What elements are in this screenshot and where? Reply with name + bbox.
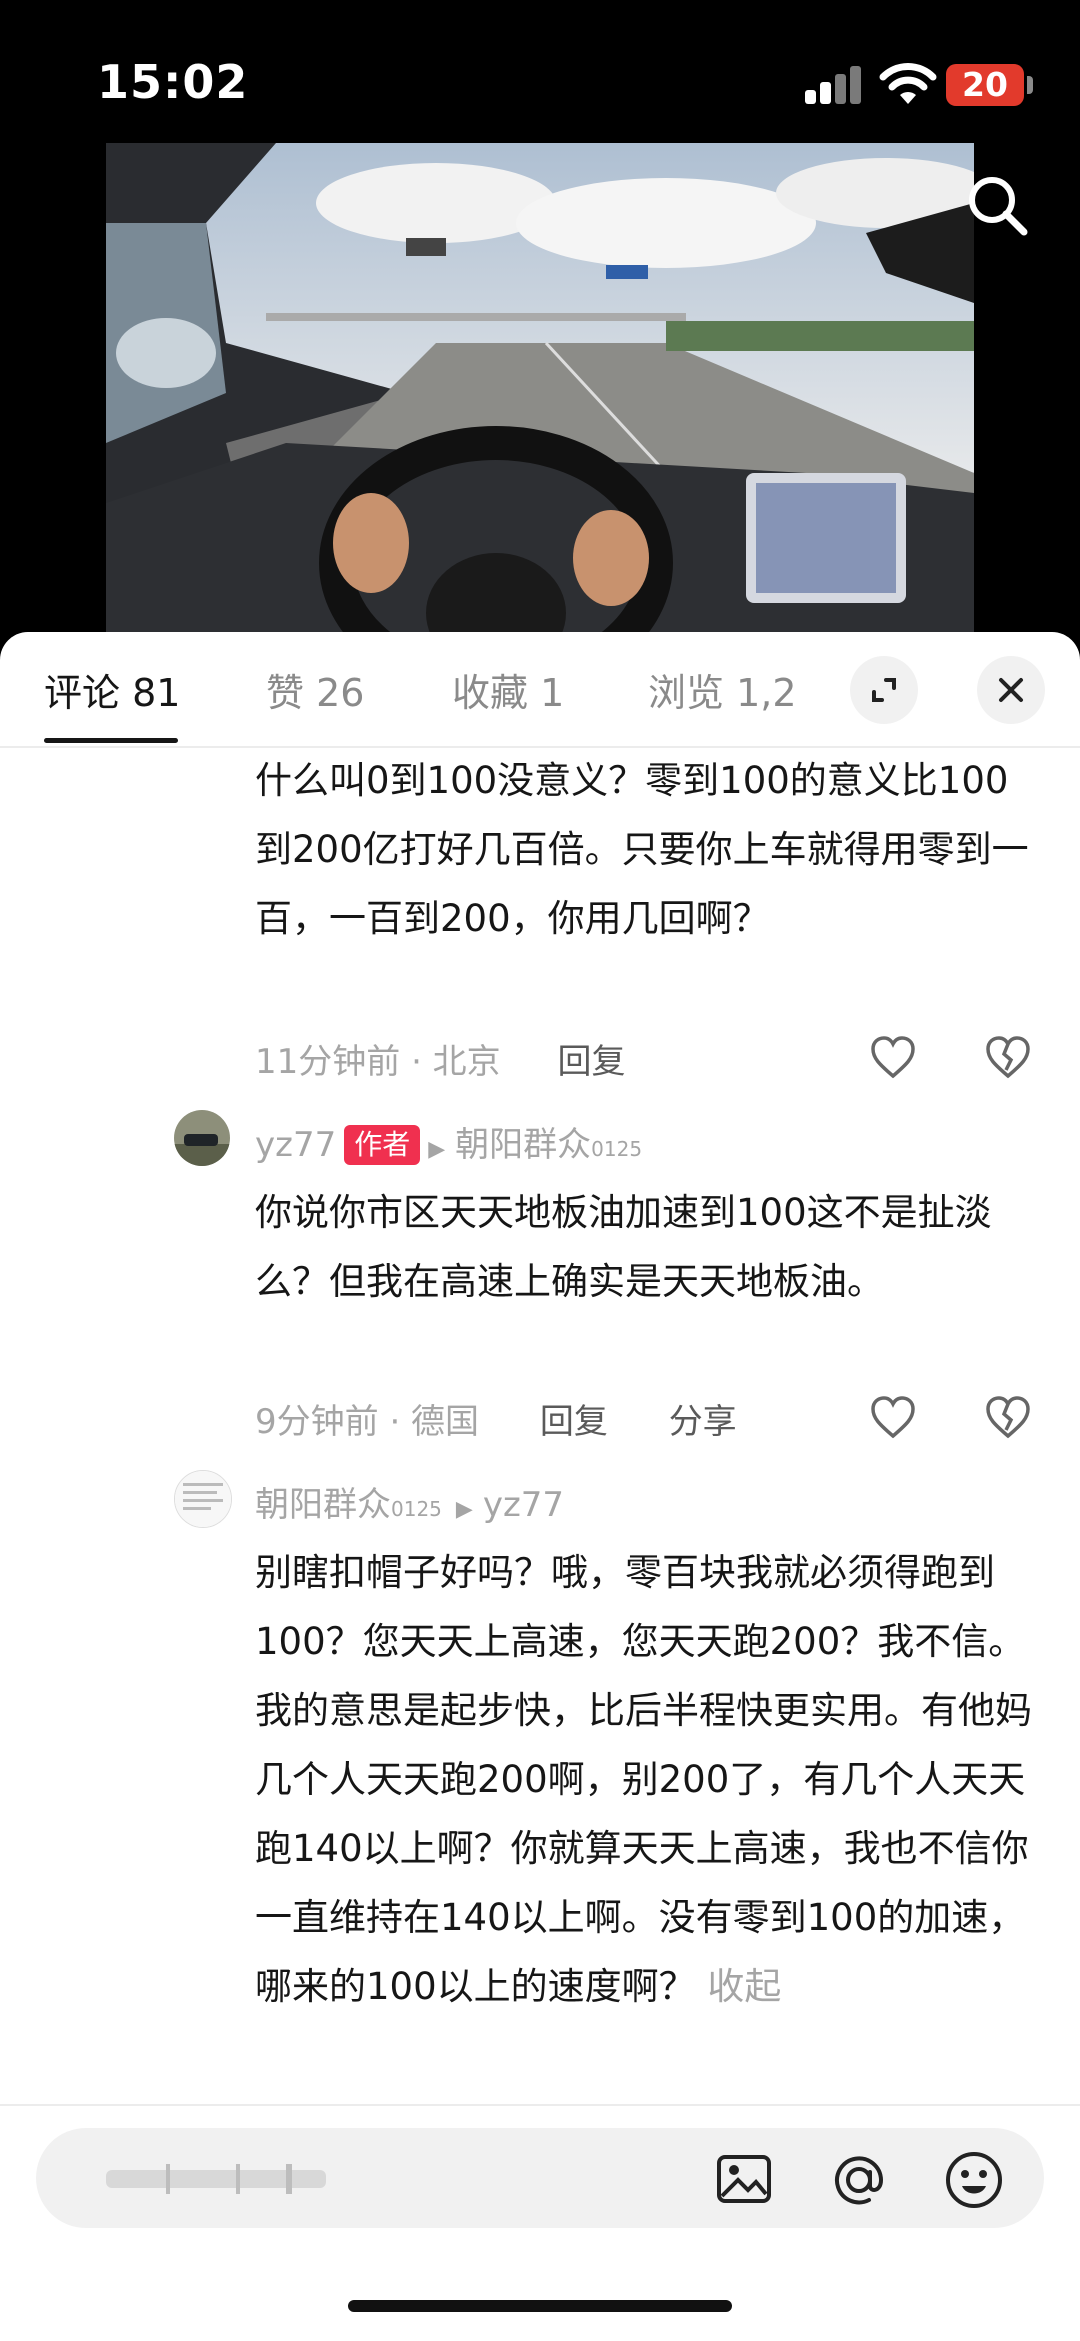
avatar[interactable] bbox=[174, 1470, 232, 1528]
cellular-signal-icon bbox=[805, 64, 861, 104]
close-icon bbox=[999, 678, 1023, 702]
tab-likes[interactable]: 赞 26 bbox=[266, 662, 364, 717]
active-tab-indicator bbox=[44, 738, 178, 743]
home-indicator[interactable] bbox=[348, 2300, 732, 2312]
status-time: 15:02 bbox=[97, 55, 249, 109]
tab-bar: 评论 81 赞 26 收藏 1 浏览 1,2 bbox=[0, 632, 1080, 746]
broken-heart-icon[interactable] bbox=[984, 1394, 1032, 1440]
video-frame bbox=[106, 143, 974, 653]
reply-button[interactable]: 回复 bbox=[558, 1042, 626, 1082]
comment-text: 什么叫0到100没意义？零到100的意义比100到200亿打好几百倍。只要你上车… bbox=[255, 759, 1029, 940]
comment-input[interactable] bbox=[36, 2128, 1044, 2228]
comment-sheet: 评论 81 赞 26 收藏 1 浏览 1,2 什么叫0到100没意义？零到100… bbox=[0, 632, 1080, 2339]
username[interactable]: yz77 bbox=[255, 1125, 336, 1165]
author-badge: 作者 bbox=[344, 1125, 421, 1165]
comment-time-location: 9分钟前 · 德国 bbox=[255, 1402, 480, 1442]
comment-text: 别瞎扣帽子好吗？哦，零百块我就必须得跑到100？您天天上高速，您天天跑200？我… bbox=[255, 1538, 1035, 2021]
status-bar: 15:02 20 bbox=[0, 0, 1080, 140]
expand-icon bbox=[872, 678, 896, 702]
reply-arrow-icon: ▶ bbox=[455, 1497, 473, 1522]
reply-to-username[interactable]: 朝阳群众 bbox=[455, 1125, 591, 1165]
heart-icon[interactable] bbox=[869, 1394, 917, 1440]
share-button[interactable]: 分享 bbox=[669, 1402, 737, 1442]
comment-meta: 11分钟前 · 北京 回复 bbox=[255, 1034, 626, 1083]
reply-button[interactable]: 回复 bbox=[540, 1402, 608, 1442]
emoji-icon[interactable] bbox=[944, 2150, 1004, 2210]
reply-to-username[interactable]: yz77 bbox=[483, 1485, 564, 1525]
tab-comments[interactable]: 评论 81 bbox=[44, 662, 180, 717]
image-icon[interactable] bbox=[716, 2154, 772, 2204]
tab-views[interactable]: 浏览 1,2 bbox=[648, 662, 797, 717]
broken-heart-icon[interactable] bbox=[984, 1034, 1032, 1080]
tab-favorites[interactable]: 收藏 1 bbox=[452, 662, 564, 717]
comment-author-line: 朝阳群众0125 ▶ yz77 bbox=[255, 1477, 564, 1526]
username-suffix: 0125 bbox=[391, 1497, 442, 1521]
avatar-image bbox=[174, 1110, 230, 1166]
close-button[interactable] bbox=[977, 656, 1045, 724]
video-player[interactable] bbox=[106, 143, 974, 653]
search-icon[interactable] bbox=[962, 170, 1032, 240]
comment-body: 别瞎扣帽子好吗？哦，零百块我就必须得跑到100？您天天上高速，您天天跑200？我… bbox=[255, 1551, 1032, 2008]
avatar-image bbox=[175, 1471, 231, 1527]
comment-author-line: yz77 作者 ▶ 朝阳群众0125 bbox=[255, 1117, 642, 1166]
wifi-icon bbox=[879, 63, 937, 104]
heart-icon[interactable] bbox=[869, 1034, 917, 1080]
comment-text: 你说你市区天天地板油加速到100这不是扯淡么？但我在高速上确实是天天地板油。 bbox=[255, 1191, 992, 1303]
battery-indicator: 20 bbox=[946, 64, 1024, 106]
avatar[interactable] bbox=[174, 1110, 230, 1166]
expand-button[interactable] bbox=[850, 656, 918, 724]
battery-nub bbox=[1027, 76, 1033, 94]
collapse-button[interactable]: 收起 bbox=[707, 1965, 781, 2008]
comment-time-location: 11分钟前 · 北京 bbox=[255, 1042, 501, 1082]
username[interactable]: 朝阳群众 bbox=[255, 1485, 391, 1525]
reply-to-suffix: 0125 bbox=[591, 1137, 643, 1161]
reply-arrow-icon: ▶ bbox=[428, 1137, 446, 1162]
comment-meta: 9分钟前 · 德国 回复 分享 bbox=[255, 1394, 737, 1443]
at-icon[interactable] bbox=[829, 2150, 889, 2210]
blurred-placeholder bbox=[106, 2164, 326, 2194]
